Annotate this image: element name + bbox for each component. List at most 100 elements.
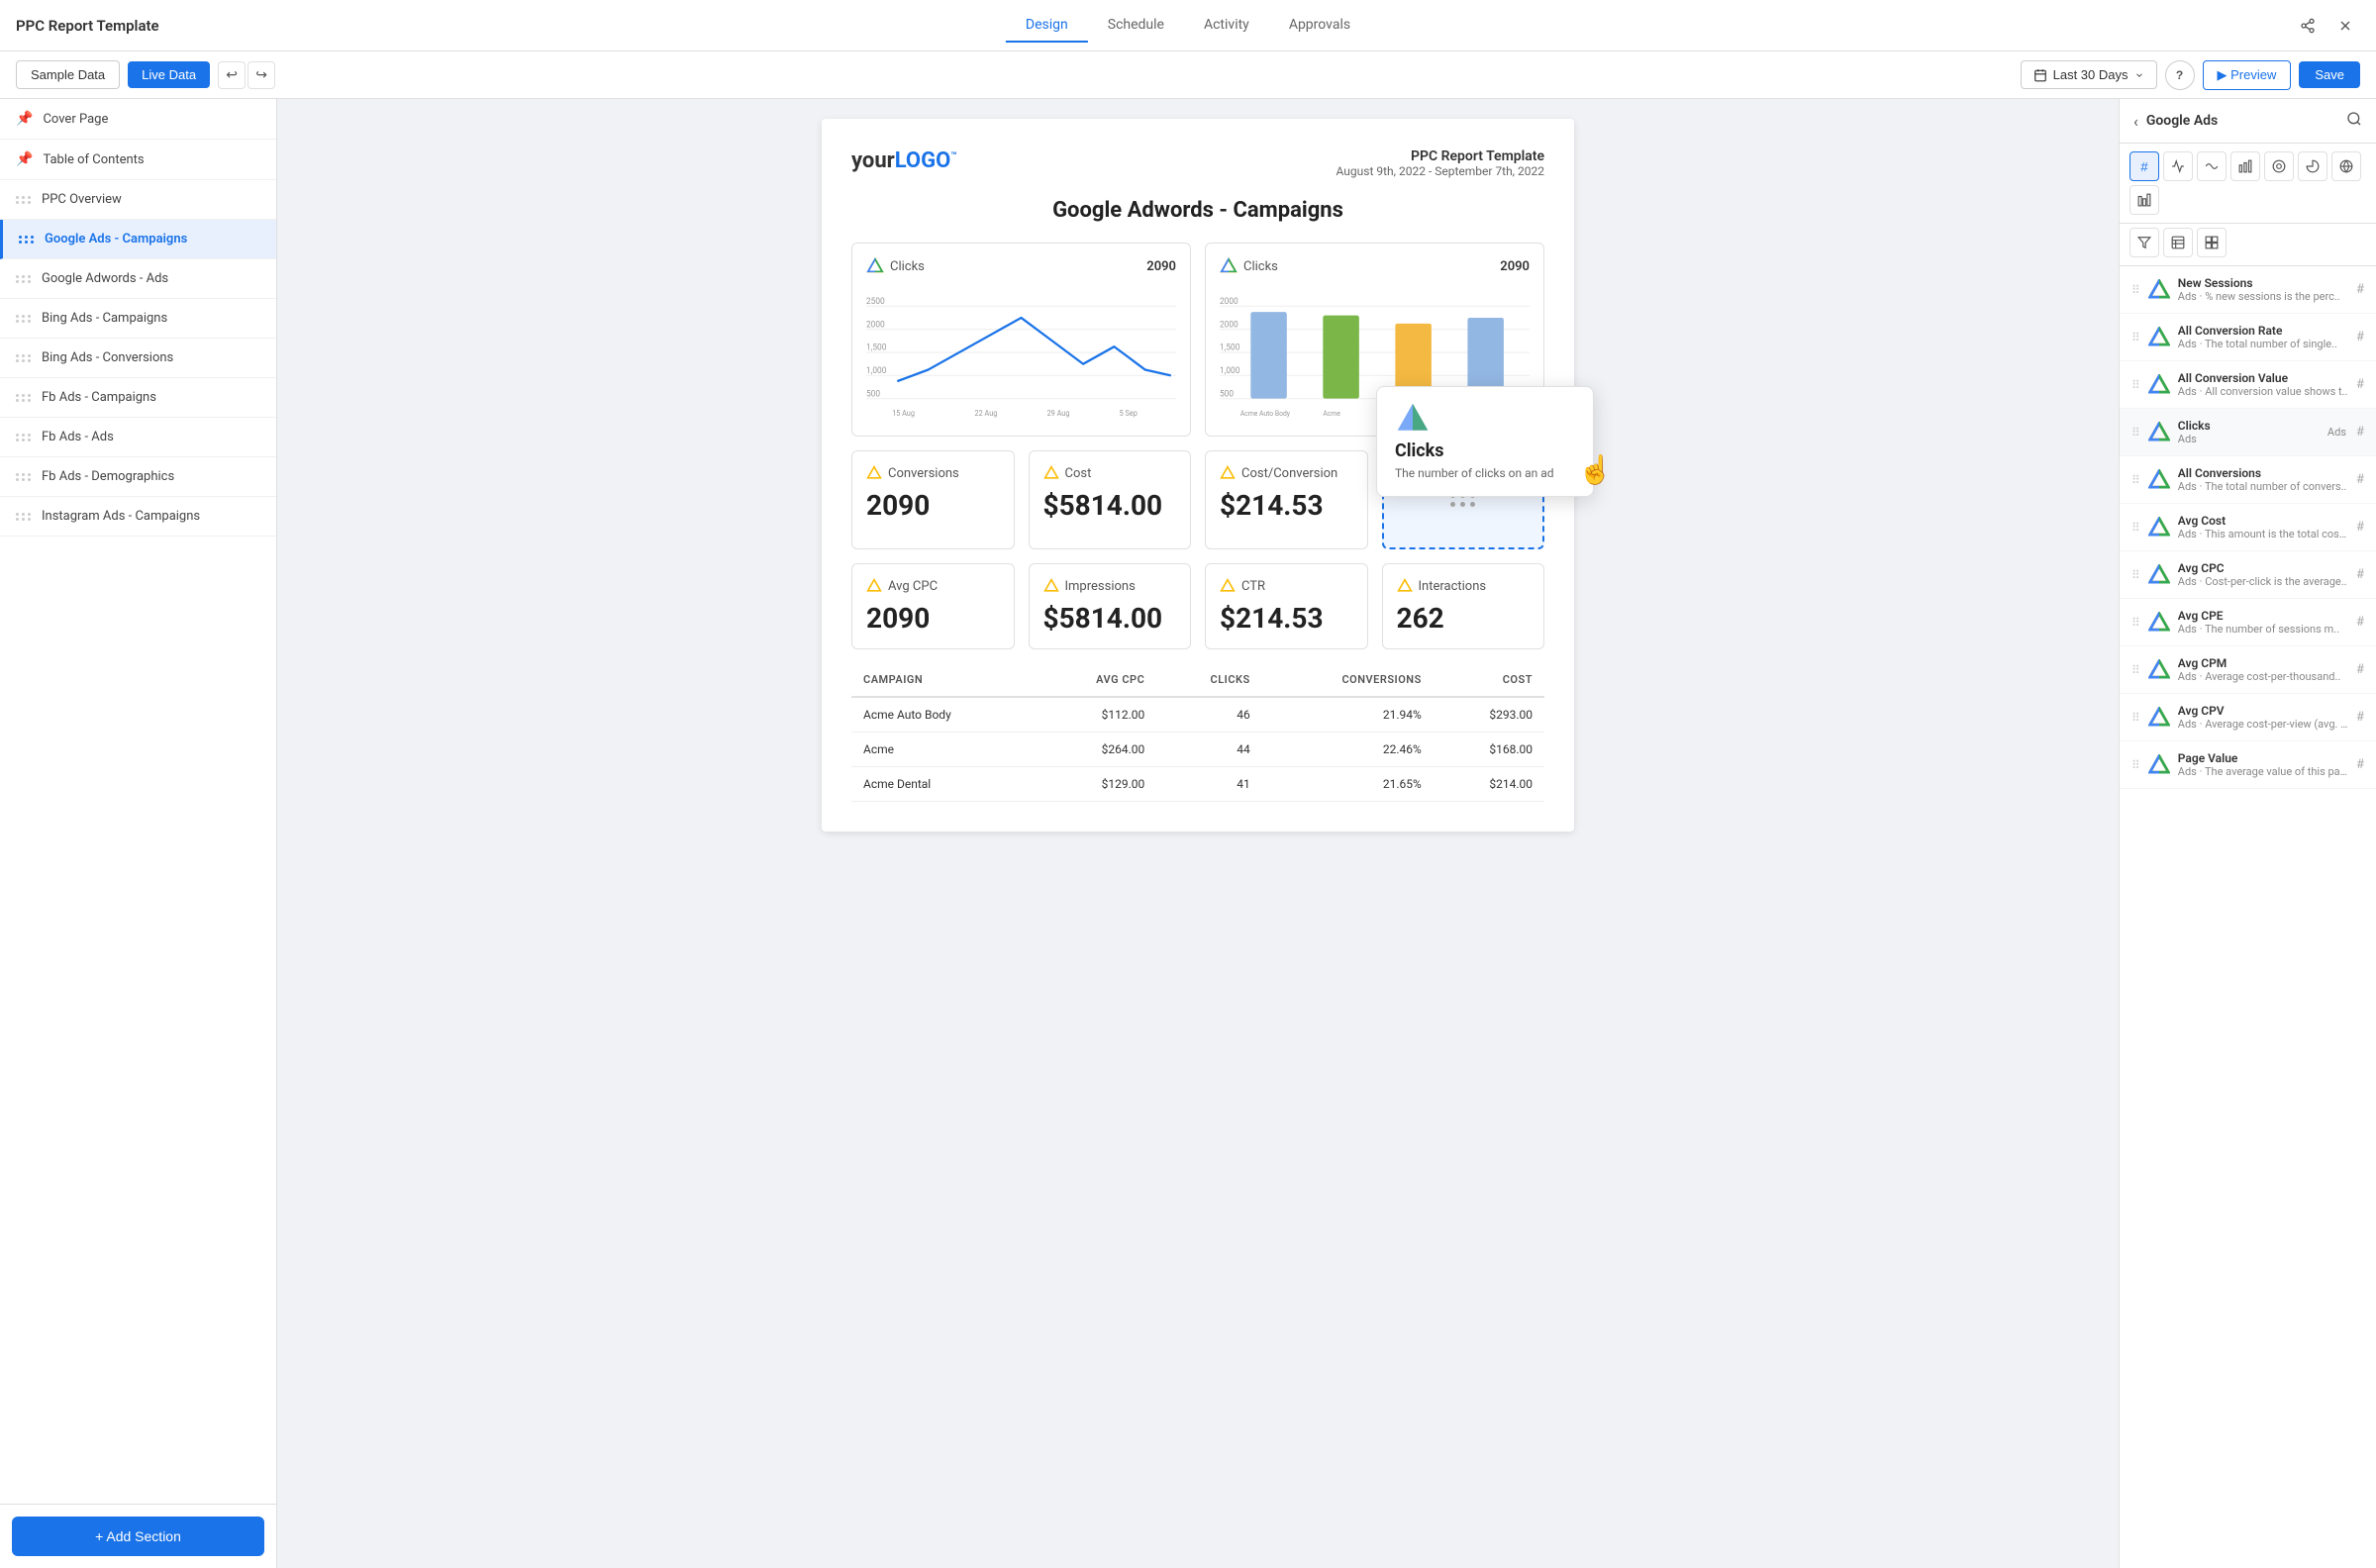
tab-activity[interactable]: Activity	[1184, 9, 1269, 43]
metric-source: Ads	[2178, 290, 2197, 303]
sidebar-item-bing-ads-conversions[interactable]: Bing Ads - Conversions	[0, 339, 276, 378]
table-icon-btn[interactable]	[2163, 228, 2193, 257]
metric-page-value[interactable]: ⠿ Page Value Ads · The average value of …	[2120, 741, 2376, 789]
sidebar-item-cover-page[interactable]: 📌 Cover Page	[0, 99, 276, 140]
back-button[interactable]: ‹	[2133, 112, 2138, 131]
widget-label: Clicks	[1220, 257, 1278, 275]
tab-schedule[interactable]: Schedule	[1088, 9, 1184, 43]
bar-chart-icon-btn[interactable]	[2230, 151, 2260, 181]
hash-icon-btn[interactable]: #	[2129, 151, 2159, 181]
sidebar-item-fb-ads-ads[interactable]: Fb Ads - Ads	[0, 418, 276, 457]
widget-label: Clicks	[866, 257, 925, 275]
clicks-line-chart-widget[interactable]: Clicks 2090 2500	[851, 243, 1191, 437]
impressions-widget[interactable]: Impressions $5814.00	[1029, 563, 1192, 649]
ctr-widget[interactable]: CTR $214.53	[1205, 563, 1368, 649]
hash-icon[interactable]: #	[2356, 662, 2364, 677]
line-chart-icon-btn[interactable]	[2163, 151, 2193, 181]
filter-icon-btn[interactable]	[2129, 228, 2159, 257]
metric-avg-cost[interactable]: ⠿ Avg Cost Ads · This amount is the tota…	[2120, 504, 2376, 551]
hash-icon[interactable]: #	[2356, 615, 2364, 630]
live-data-button[interactable]: Live Data	[128, 61, 210, 88]
metric-source: Ads	[2178, 623, 2197, 636]
cost-widget[interactable]: Cost $5814.00	[1029, 450, 1192, 549]
pie-icon-btn[interactable]	[2298, 151, 2327, 181]
metric-source: Ads	[2178, 670, 2197, 683]
help-button[interactable]: ?	[2165, 60, 2195, 90]
metric-type-icons: #	[2120, 144, 2376, 224]
sidebar-item-label: Table of Contents	[43, 152, 144, 167]
report-page: yourLOGO™ PPC Report Template August 9th…	[822, 119, 1574, 832]
drag-handle	[16, 513, 32, 521]
sample-data-button[interactable]: Sample Data	[16, 60, 120, 89]
drag-icon: ⠿	[2131, 568, 2140, 582]
sidebar-item-fb-ads-demographics[interactable]: Fb Ads - Demographics	[0, 457, 276, 497]
search-icon[interactable]	[2346, 111, 2362, 131]
sidebar-item-google-adwords-ads[interactable]: Google Adwords - Ads	[0, 259, 276, 299]
metrics-list: ⠿ New Sessions Ads · % new sessions is t…	[2120, 266, 2376, 1568]
metric-avg-cpv[interactable]: ⠿ Avg CPV Ads · Average cost-per-view (a…	[2120, 694, 2376, 741]
google-ads-metric-icon	[2148, 659, 2170, 681]
metric-avg-cpc[interactable]: ⠿ Avg CPC Ads · Cost-per-click is the av…	[2120, 551, 2376, 599]
line-chart-svg: 2500 2000 1,500 1,000 500 15 Aug 22 Aug …	[866, 283, 1176, 422]
sidebar-item-ppc-overview[interactable]: PPC Overview	[0, 180, 276, 220]
geo-icon-btn[interactable]	[2331, 151, 2361, 181]
sidebar-item-table-of-contents[interactable]: 📌 Table of Contents	[0, 140, 276, 180]
hash-icon[interactable]: #	[2356, 567, 2364, 582]
preview-button[interactable]: ▶ Preview	[2203, 60, 2292, 90]
redo-button[interactable]: ↪	[248, 61, 275, 89]
metric-source: Ads	[2178, 338, 2197, 350]
sidebar: 📌 Cover Page 📌 Table of Contents PPC Ove…	[0, 99, 277, 1568]
cost-conversion-widget[interactable]: Cost/Conversion $214.53	[1205, 450, 1368, 549]
hash-icon[interactable]: #	[2356, 710, 2364, 725]
tab-design[interactable]: Design	[1006, 9, 1088, 43]
hash-icon[interactable]: #	[2356, 282, 2364, 297]
sidebar-item-google-ads-campaigns[interactable]: Google Ads - Campaigns	[0, 220, 276, 259]
table-cell-avg-cpc: $129.00	[1037, 767, 1156, 802]
hash-icon[interactable]: #	[2356, 330, 2364, 344]
hash-icon[interactable]: #	[2356, 377, 2364, 392]
hash-icon[interactable]: #	[2356, 425, 2364, 440]
column-icon-btn[interactable]	[2129, 185, 2159, 215]
table-cell-conversions: 21.94%	[1262, 697, 1434, 733]
grid-icon-btn[interactable]	[2197, 228, 2227, 257]
metric-new-sessions[interactable]: ⠿ New Sessions Ads · % new sessions is t…	[2120, 266, 2376, 314]
donut-icon-btn[interactable]	[2264, 151, 2294, 181]
metric-all-conversions[interactable]: ⠿ All Conversions Ads · The total number…	[2120, 456, 2376, 504]
sidebar-item-fb-ads-campaigns[interactable]: Fb Ads - Campaigns	[0, 378, 276, 418]
tab-approvals[interactable]: Approvals	[1269, 9, 1370, 43]
hash-icon[interactable]: #	[2356, 520, 2364, 535]
metric-desc: Ads · All conversion value shows t..	[2178, 385, 2348, 398]
curve-icon-btn[interactable]	[2197, 151, 2227, 181]
interactions-widget[interactable]: Interactions 262	[1382, 563, 1545, 649]
metric-all-conversion-rate[interactable]: ⠿ All Conversion Rate Ads · The total nu…	[2120, 314, 2376, 361]
cost-conversion-value: $214.53	[1220, 489, 1353, 522]
close-icon[interactable]	[2330, 11, 2360, 41]
metric-source: Ads	[2178, 480, 2197, 493]
metric-all-conversion-value[interactable]: ⠿ All Conversion Value Ads · All convers…	[2120, 361, 2376, 409]
metric-info: All Conversion Value Ads · All conversio…	[2178, 371, 2348, 398]
svg-text:22 Aug: 22 Aug	[975, 409, 998, 418]
sidebar-item-label: Fb Ads - Campaigns	[42, 390, 156, 405]
add-section-button[interactable]: + Add Section	[12, 1517, 264, 1556]
conversions-widget[interactable]: Conversions 2090	[851, 450, 1015, 549]
metric-clicks[interactable]: ⠿ Clicks Ads Ads #	[2120, 409, 2376, 456]
avg-cpc-widget[interactable]: Avg CPC 2090	[851, 563, 1015, 649]
cursor-icon: ☝	[1578, 453, 1613, 486]
hash-icon[interactable]: #	[2356, 472, 2364, 487]
date-range-button[interactable]: Last 30 Days	[2021, 60, 2157, 89]
svg-text:1,500: 1,500	[1220, 343, 1239, 353]
table-row: Acme $264.00 44 22.46% $168.00	[851, 733, 1544, 767]
sidebar-item-bing-ads-campaigns[interactable]: Bing Ads - Campaigns	[0, 299, 276, 339]
table-cell-campaign: Acme Auto Body	[851, 697, 1037, 733]
metric-avg-cpe[interactable]: ⠿ Avg CPE Ads · The number of sessions m…	[2120, 599, 2376, 646]
save-button[interactable]: Save	[2299, 61, 2360, 88]
hash-icon[interactable]: #	[2356, 757, 2364, 772]
metric-desc: Ads · The average value of this pag..	[2178, 765, 2348, 778]
sidebar-item-instagram-ads-campaigns[interactable]: Instagram Ads - Campaigns	[0, 497, 276, 537]
drag-icon: ⠿	[2131, 616, 2140, 630]
table-row: Acme Dental $129.00 41 21.65% $214.00	[851, 767, 1544, 802]
share-icon[interactable]	[2293, 11, 2323, 41]
undo-button[interactable]: ↩	[218, 61, 246, 89]
table-cell-cost: $293.00	[1434, 697, 1544, 733]
metric-avg-cpm[interactable]: ⠿ Avg CPM Ads · Average cost-per-thousan…	[2120, 646, 2376, 694]
